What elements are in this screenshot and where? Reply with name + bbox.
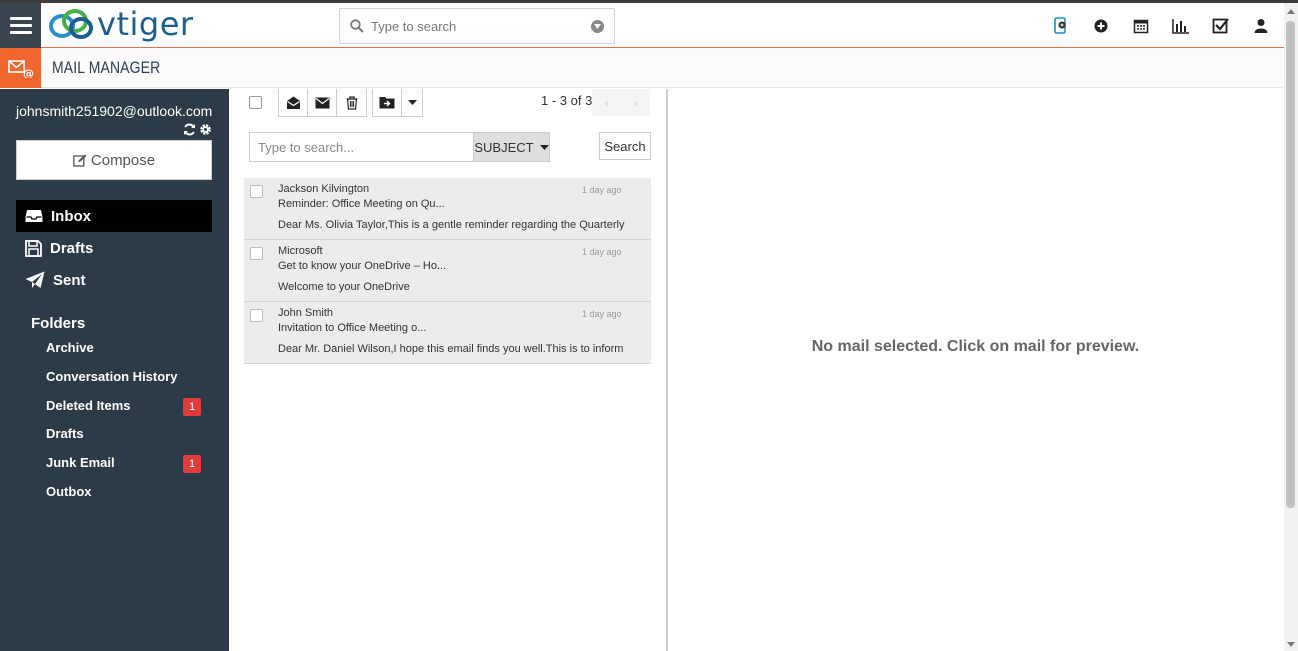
vtiger-logo[interactable]: vtiger <box>47 4 194 44</box>
delete-button[interactable] <box>337 89 366 116</box>
quick-create-icon[interactable] <box>1050 15 1072 37</box>
mail-checkbox[interactable] <box>250 309 263 322</box>
compose-label: Compose <box>90 151 156 169</box>
svg-text:@: @ <box>23 67 34 78</box>
global-search-input[interactable] <box>371 18 581 34</box>
scrollbar-thumb[interactable] <box>1286 21 1295 508</box>
page-scrollbar[interactable] <box>1284 3 1298 651</box>
move-dropdown-toggle[interactable] <box>402 89 422 116</box>
move-to-folder-button[interactable] <box>373 89 402 116</box>
folder-move-icon <box>379 97 395 109</box>
mail-search-input[interactable] <box>249 132 473 162</box>
save-icon <box>25 239 42 257</box>
prev-page-button[interactable]: ‹ <box>592 89 621 116</box>
top-actions <box>1050 15 1272 37</box>
envelope-open-icon <box>286 96 300 109</box>
scroll-up-icon[interactable] <box>1287 9 1295 14</box>
mail-snippet: Welcome to your OneDrive <box>278 281 410 293</box>
folder-label: Sent <box>53 271 86 289</box>
mail-checkbox[interactable] <box>250 247 263 260</box>
unread-count-badge: 1 <box>183 455 201 473</box>
mail-search-button[interactable]: Search <box>599 132 651 160</box>
mail-search-row: SUBJECT <box>249 132 550 162</box>
chevron-right-icon: › <box>633 95 638 110</box>
mail-subject: Invitation to Office Meeting o... <box>278 322 427 334</box>
mail-sidebar: johnsmith251902@outlook.com Compose Inbo… <box>0 89 229 651</box>
mark-read-button[interactable] <box>279 89 308 116</box>
mail-list-item[interactable]: John Smith 1 day ago Invitation to Offic… <box>244 302 651 364</box>
paper-plane-icon <box>25 271 45 288</box>
edit-icon <box>73 154 87 167</box>
mail-time: 1 day ago <box>582 247 622 257</box>
search-icon <box>350 19 364 33</box>
caret-down-icon <box>407 100 417 105</box>
folder-drafts-sub[interactable]: Drafts <box>46 426 206 441</box>
add-icon[interactable] <box>1090 15 1112 37</box>
mail-sender: John Smith <box>278 307 334 319</box>
folder-sent[interactable]: Sent <box>16 264 212 296</box>
pagination-controls: ‹ › <box>592 89 650 116</box>
folder-outbox[interactable]: Outbox <box>46 484 206 499</box>
module-title[interactable]: MAIL MANAGER <box>52 58 160 78</box>
mail-time: 1 day ago <box>582 185 622 195</box>
calendar-icon[interactable] <box>1130 15 1152 37</box>
mail-list-item[interactable]: Microsoft 1 day ago Get to know your One… <box>244 240 651 302</box>
folder-deleted-items[interactable]: Deleted Items <box>46 398 206 413</box>
mail-list: Jackson Kilvington 1 day ago Reminder: O… <box>244 178 651 364</box>
menu-icon[interactable] <box>0 3 41 48</box>
tasks-icon[interactable] <box>1210 15 1232 37</box>
mail-time: 1 day ago <box>582 309 622 319</box>
caret-down-icon <box>539 144 549 150</box>
mail-manager-icon[interactable]: @ <box>0 48 41 88</box>
search-field-dropdown[interactable]: SUBJECT <box>473 132 550 162</box>
folder-drafts[interactable]: Drafts <box>16 232 212 264</box>
mail-subject: Reminder: Office Meeting on Qu... <box>278 198 445 210</box>
logo-cloud-icon <box>49 9 93 39</box>
logo-text: vtiger <box>97 5 194 43</box>
mail-sender: Jackson Kilvington <box>278 183 370 195</box>
settings-gear-icon[interactable] <box>199 123 212 136</box>
folder-archive[interactable]: Archive <box>46 340 206 355</box>
folder-conversation-history[interactable]: Conversation History <box>46 369 206 384</box>
search-options-icon[interactable] <box>591 20 604 33</box>
panel-divider[interactable] <box>666 89 668 651</box>
account-tools <box>183 123 212 136</box>
compose-button[interactable]: Compose <box>16 140 212 180</box>
top-navbar: vtiger <box>0 0 1298 48</box>
mail-sender: Microsoft <box>278 245 323 257</box>
mark-unread-button[interactable] <box>308 89 337 116</box>
envelope-icon <box>315 97 329 108</box>
folder-label: Inbox <box>51 207 91 225</box>
account-email: johnsmith251902@outlook.com <box>16 103 213 119</box>
folder-inbox[interactable]: Inbox <box>16 200 212 232</box>
global-search[interactable] <box>339 8 615 44</box>
preview-empty-message: No mail selected. Click on mail for prev… <box>811 338 1140 355</box>
scroll-down-icon[interactable] <box>1287 642 1295 647</box>
trash-icon <box>346 95 357 110</box>
mail-checkbox[interactable] <box>250 185 263 198</box>
chevron-left-icon: ‹ <box>604 95 609 110</box>
move-folder-group <box>372 89 423 117</box>
select-all-checkbox[interactable] <box>249 96 262 109</box>
mail-subject: Get to know your OneDrive – Ho... <box>278 260 447 272</box>
refresh-icon[interactable] <box>183 123 196 136</box>
next-page-button[interactable]: › <box>621 89 650 116</box>
user-icon[interactable] <box>1250 15 1272 37</box>
search-field-label: SUBJECT <box>474 139 534 155</box>
unread-count-badge: 1 <box>183 398 201 416</box>
mail-snippet: Dear Ms. Olivia Taylor,This is a gentle … <box>278 219 625 231</box>
inbox-icon <box>25 210 43 222</box>
folder-label: Drafts <box>50 239 94 257</box>
reports-icon[interactable] <box>1170 15 1192 37</box>
mail-list-item[interactable]: Jackson Kilvington 1 day ago Reminder: O… <box>244 178 651 240</box>
mail-snippet: Dear Mr. Daniel Wilson,I hope this email… <box>278 343 624 355</box>
folders-heading: Folders <box>31 315 86 332</box>
module-header: @ MAIL MANAGER <box>0 48 1283 88</box>
folder-junk-email[interactable]: Junk Email <box>46 455 206 470</box>
pagination-info: 1 - 3 of 3 <box>541 93 593 108</box>
mail-actions-group <box>278 89 367 117</box>
